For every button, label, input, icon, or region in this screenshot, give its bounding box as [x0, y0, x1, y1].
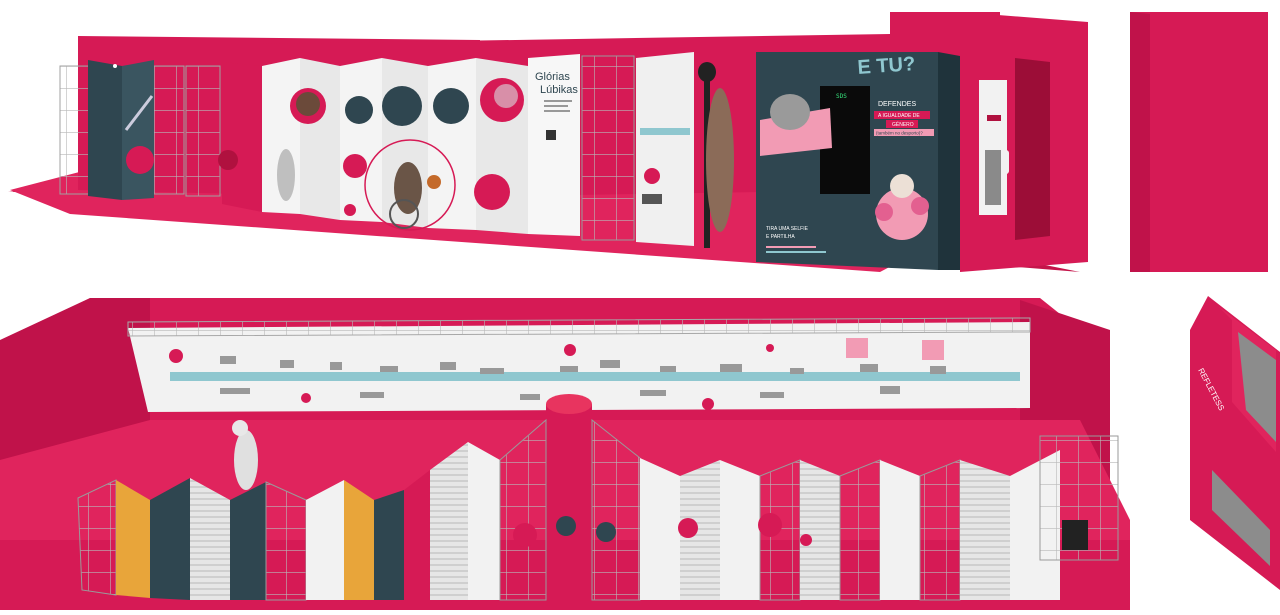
athlete-tennis: [277, 149, 295, 201]
poster-notch: [1003, 150, 1009, 174]
teal-panel-1: [88, 60, 122, 200]
wire-tower: [581, 55, 635, 241]
defendes-3: GÉNERO: [892, 121, 914, 128]
badge-circle-3: [433, 88, 469, 124]
right-wall-doorway: [1015, 58, 1050, 240]
timeline-band-long: [170, 372, 1020, 381]
magenta-panel: [222, 62, 262, 212]
athletes-photo: [770, 94, 810, 130]
accent-dot-2: [344, 204, 356, 216]
wire-frame-3: [185, 65, 221, 197]
screen-text: SDS: [836, 93, 847, 100]
badge-circle-2: [382, 86, 422, 126]
selfie-1: TIRA UMA SELFIE: [766, 226, 809, 232]
side-pillar: [1130, 12, 1268, 272]
render-canvas: Glórias Lúbikas E TU? SDS DEFENDES A IGU…: [0, 12, 1280, 610]
poster-accent: [987, 115, 1001, 121]
qr-code: [546, 130, 556, 140]
poster-photo: [985, 150, 1001, 205]
central-column: [546, 404, 592, 584]
info-panel: [636, 52, 694, 246]
etu-heading: E TU?: [857, 53, 916, 79]
visitor-figure: [234, 430, 258, 490]
bottom-booth: [0, 298, 1130, 610]
wire-frame-2: [151, 65, 185, 195]
athlete-boxer: [706, 88, 734, 232]
athlete-wheelchair: [394, 162, 422, 214]
portrait-circle-3: [474, 174, 510, 210]
glorias-title-1: Glórias: [535, 71, 570, 83]
glorias-title-2: Lúbikas: [540, 84, 578, 96]
exhibition-render: Glórias Lúbikas E TU? SDS DEFENDES A IGU…: [0, 0, 1280, 610]
defendes-2: A IGUALDADE DE: [878, 113, 920, 119]
top-booth: Glórias Lúbikas E TU? SDS DEFENDES A IGU…: [8, 12, 1088, 272]
white-accordion: [262, 54, 580, 236]
timeline-band: [640, 128, 690, 135]
teal-panel-dot: [126, 146, 154, 174]
side-box-topview: REFLETESS: [1190, 296, 1280, 590]
defendes-4: (também no desporto)?: [876, 131, 923, 136]
selfie-2: E PARTILHA: [766, 234, 795, 240]
accent-dot-1: [343, 154, 367, 178]
badge-circle-1: [345, 96, 373, 124]
defendes-1: DEFENDES: [878, 101, 916, 108]
